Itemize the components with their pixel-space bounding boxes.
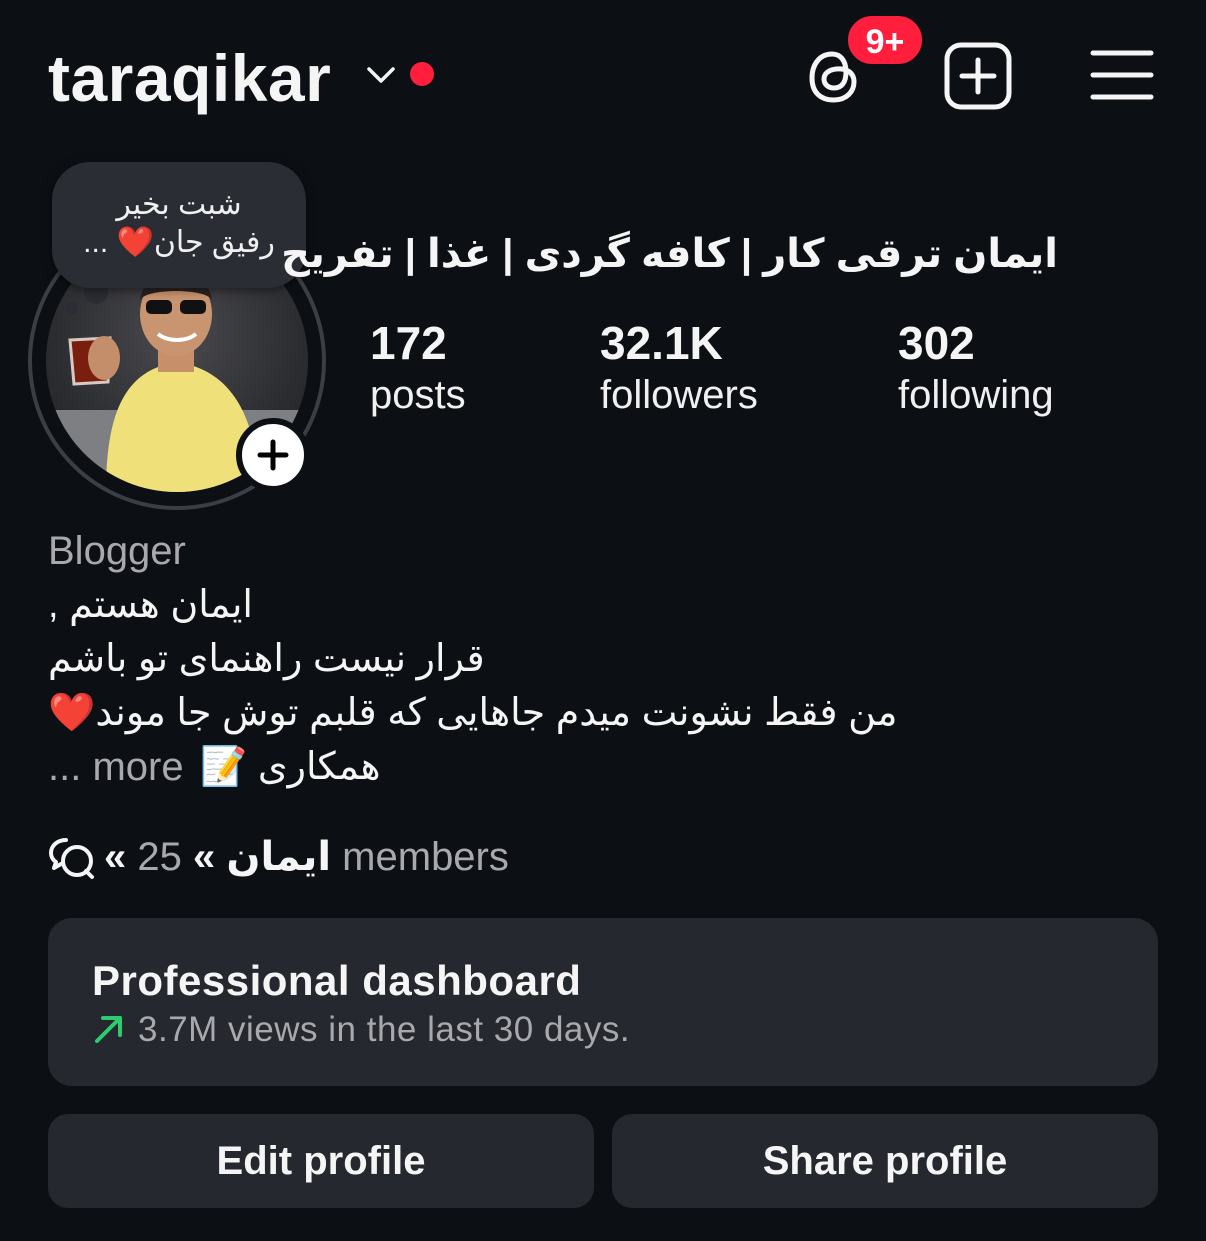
stat-value: 172 [370, 317, 447, 369]
notification-dot [410, 62, 434, 86]
category-label: Blogger [48, 529, 186, 573]
bio-line: ایمان هستم , [48, 584, 253, 626]
note-bubble[interactable]: شبت بخیر رفیق جان❤️ ... [52, 162, 306, 288]
add-post-icon[interactable] [944, 42, 1012, 110]
bio-more-link[interactable]: ... more [48, 742, 184, 792]
note-line: شبت بخیر [116, 188, 242, 221]
dashboard-subtitle: 3.7M views in the last 30 days. [138, 1010, 631, 1049]
note-line: رفیق جان❤️ ... [83, 226, 275, 259]
edit-profile-button[interactable]: Edit profile [48, 1114, 594, 1208]
menu-icon[interactable] [1090, 48, 1154, 102]
trend-up-arrow-icon [95, 1016, 122, 1043]
broadcast-channel-link[interactable]: « ایمان » 25 members [104, 830, 509, 884]
full-name: ایمان ترقی کار | کافه گردی | غذا | تفریح [281, 232, 1058, 276]
bio-line: من فقط نشونت میدم جاهایی که قلبم توش جا … [48, 692, 898, 734]
stat-following[interactable]: 302 following [898, 316, 1054, 420]
stat-label: posts [370, 373, 466, 417]
threads-badge: 9+ [846, 14, 924, 66]
add-story-button[interactable] [236, 418, 310, 492]
stat-value: 32.1K [600, 317, 723, 369]
stat-label: followers [600, 373, 758, 417]
broadcast-channel-icon [49, 838, 94, 879]
stat-label: following [898, 373, 1054, 417]
username-title[interactable]: taraqikar [48, 40, 331, 116]
stat-value: 302 [898, 317, 975, 369]
stat-followers[interactable]: 32.1K followers [600, 316, 758, 420]
note-bubble-tail [66, 302, 78, 314]
share-profile-button[interactable]: Share profile [612, 1114, 1158, 1208]
bio-line: قرار نیست راهنمای تو باشم [48, 638, 485, 680]
bio-line: همکاری 📝 [200, 746, 381, 788]
dashboard-title: Professional dashboard [92, 957, 582, 1004]
stat-posts[interactable]: 172 posts [370, 316, 466, 420]
chevron-down-icon[interactable] [366, 64, 396, 86]
